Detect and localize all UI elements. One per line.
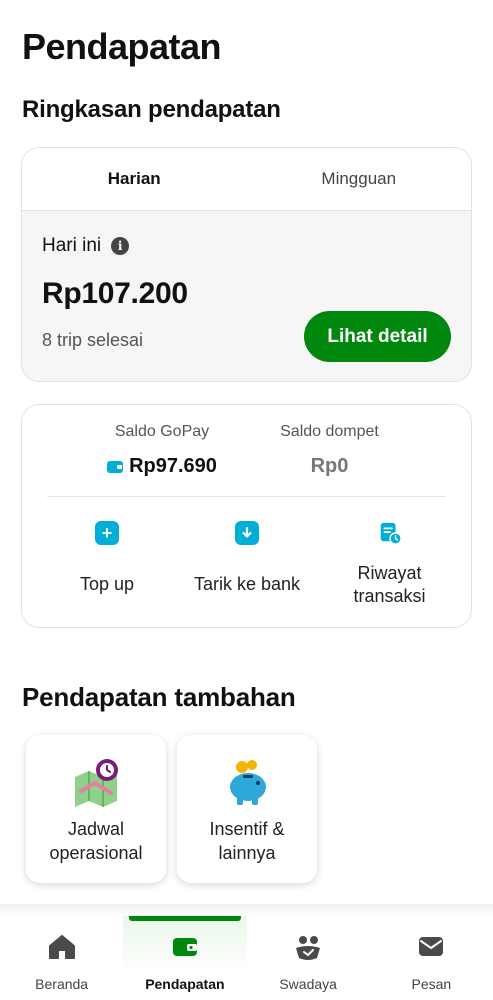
incentives-tile[interactable]: Insentif & lainnya xyxy=(177,735,317,883)
operational-schedule-tile[interactable]: Jadwal operasional xyxy=(26,735,166,883)
incentives-label: Insentif & lainnya xyxy=(209,819,285,863)
swadaya-icon xyxy=(296,936,321,960)
info-icon[interactable]: i xyxy=(111,237,130,255)
period-label-row: Hari ini i xyxy=(42,235,130,257)
gopay-balance-value: Rp97.690 xyxy=(129,455,217,477)
top-up-label: Top up xyxy=(79,574,135,594)
dompet-balance-value: Rp0 xyxy=(310,455,349,477)
top-up-button[interactable]: + Top up xyxy=(62,521,152,596)
gopay-balance-label: Saldo GoPay xyxy=(114,423,210,440)
gopay-balance[interactable]: Saldo GoPay Rp97.690 xyxy=(102,423,222,478)
map-clock-icon xyxy=(75,759,118,807)
download-icon xyxy=(235,521,259,545)
nav-item-pesan[interactable]: Pesan xyxy=(370,916,493,1000)
view-detail-button[interactable]: Lihat detail xyxy=(304,311,451,362)
earnings-summary-card: Harian Mingguan Hari ini i Rp107.200 8 t… xyxy=(21,147,472,382)
period-tabs: Harian Mingguan xyxy=(22,148,471,211)
wallet-icon xyxy=(107,460,124,473)
history-icon xyxy=(378,521,402,545)
dompet-balance-label: Saldo dompet xyxy=(280,423,379,440)
nav-item-beranda[interactable]: Beranda xyxy=(0,916,123,1000)
piggy-bank-icon xyxy=(230,760,266,805)
trips-count: 8 trip selesai xyxy=(42,330,144,350)
extra-section-title: Pendapatan tambahan xyxy=(22,682,296,712)
history-label: Riwayat transaksi xyxy=(353,563,426,606)
operational-schedule-label: Jadwal operasional xyxy=(49,819,143,863)
home-icon xyxy=(48,935,75,959)
summary-body: Hari ini i Rp107.200 8 trip selesai Liha… xyxy=(22,211,471,381)
transaction-history-button[interactable]: Riwayat transaksi xyxy=(332,521,447,608)
page-title: Pendapatan xyxy=(22,26,222,67)
dompet-balance[interactable]: Saldo dompet Rp0 xyxy=(262,423,397,478)
mail-icon xyxy=(419,937,444,956)
nav-item-swadaya[interactable]: Swadaya xyxy=(247,916,370,1000)
nav-label: Beranda xyxy=(35,976,89,992)
period-label: Hari ini xyxy=(42,235,102,256)
nav-shadow xyxy=(0,904,493,916)
earnings-amount: Rp107.200 xyxy=(42,277,188,310)
withdraw-label: Tarik ke bank xyxy=(193,574,301,594)
tab-mingguan[interactable]: Mingguan xyxy=(247,148,472,210)
nav-label: Swadaya xyxy=(279,976,337,992)
divider xyxy=(47,496,446,497)
bottom-nav: Beranda Pendapatan Swadaya Pesan xyxy=(0,916,493,1000)
gopay-balance-value-row: Rp97.690 xyxy=(102,455,222,478)
nav-item-pendapatan[interactable]: Pendapatan xyxy=(123,916,247,1000)
withdraw-to-bank-button[interactable]: Tarik ke bank xyxy=(182,521,312,596)
summary-section-title: Ringkasan pendapatan xyxy=(22,96,281,123)
tab-harian[interactable]: Harian xyxy=(22,148,247,210)
nav-label: Pendapatan xyxy=(145,976,225,992)
wallet-icon xyxy=(172,938,197,956)
nav-label: Pesan xyxy=(411,976,452,992)
balance-card: Saldo GoPay Rp97.690 Saldo dompet Rp0 + … xyxy=(21,404,472,628)
plus-icon: + xyxy=(95,521,119,545)
active-indicator xyxy=(129,916,241,921)
